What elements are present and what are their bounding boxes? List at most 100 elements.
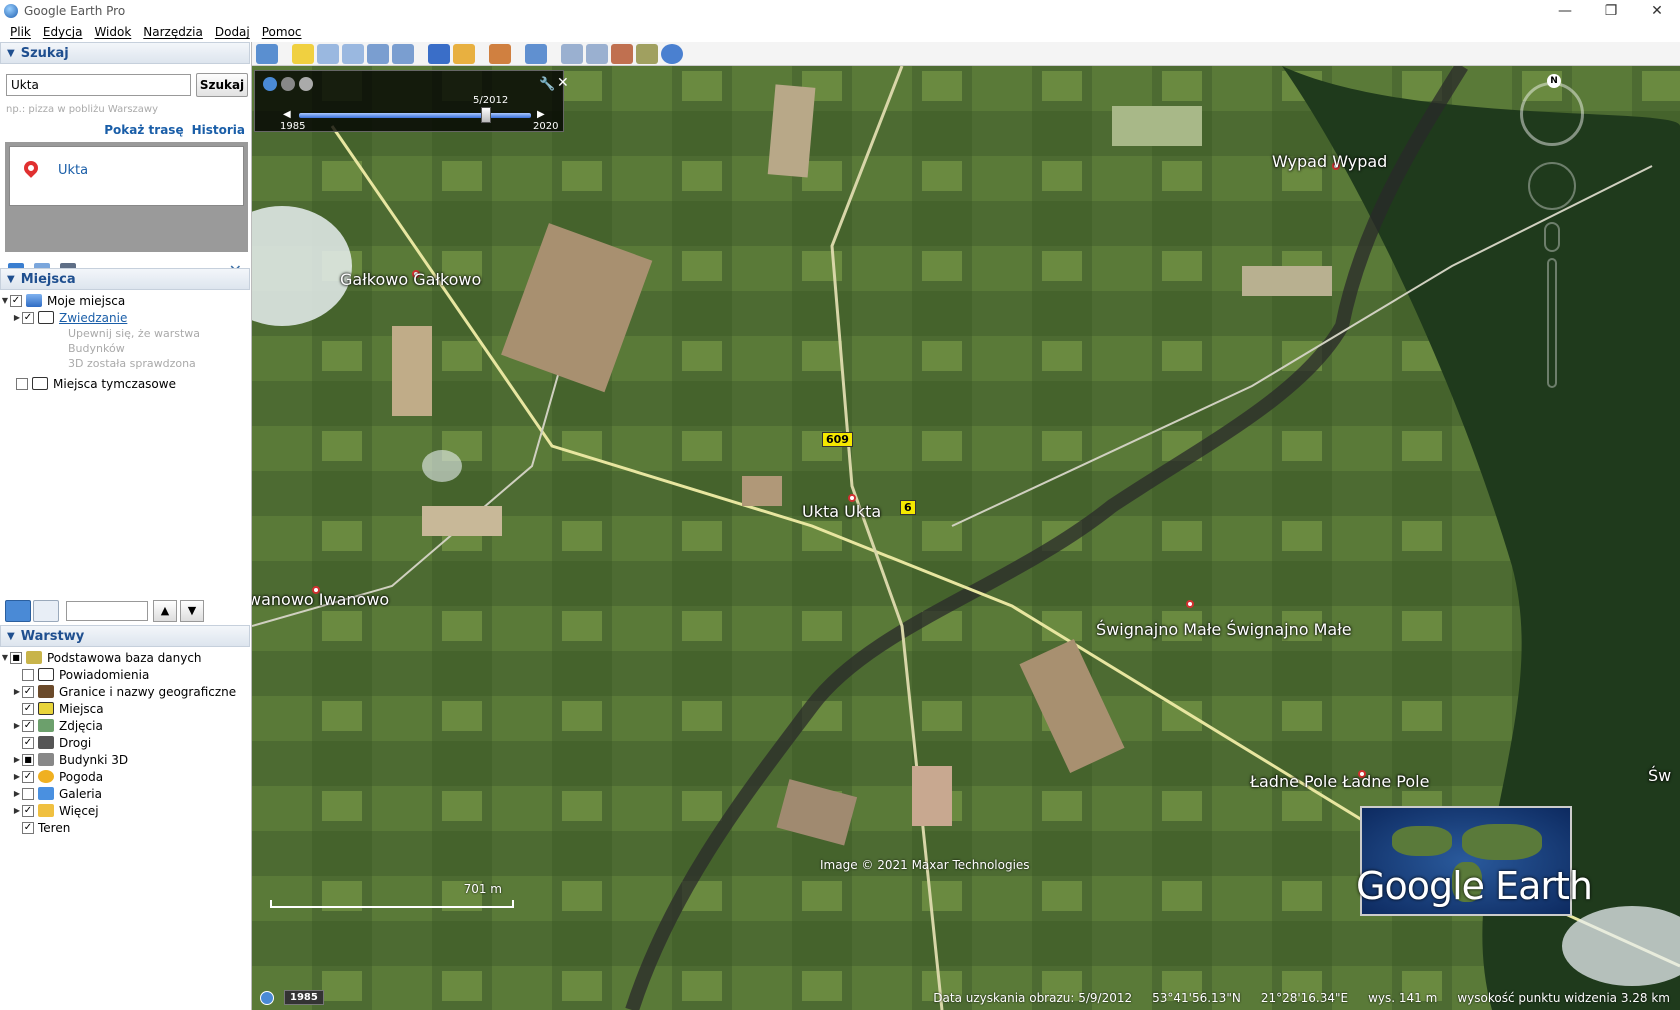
time-track[interactable] [299, 113, 531, 118]
collapse-triangle-icon[interactable]: ▼ [7, 274, 15, 285]
expand-icon[interactable]: ▶ [12, 721, 22, 730]
step-forward-icon[interactable]: ▶ [537, 109, 545, 120]
record-tour-icon[interactable] [392, 43, 414, 64]
hide-sidebar-icon[interactable] [256, 43, 278, 64]
layer-item[interactable]: ✓ Teren [0, 819, 250, 836]
compass-ring[interactable] [1520, 82, 1584, 146]
checkbox[interactable] [22, 668, 34, 681]
search-input[interactable] [6, 74, 191, 96]
expand-icon[interactable]: ▶ [12, 755, 22, 764]
view-in-maps-icon[interactable] [636, 43, 658, 64]
history-clock-icon[interactable] [260, 991, 274, 1005]
checkbox[interactable]: ■ [22, 753, 34, 766]
tree-item-temporary[interactable]: Miejsca tymczasowe [0, 375, 250, 392]
checkbox[interactable]: ✓ [22, 821, 34, 834]
print-toolbar-icon[interactable] [586, 43, 608, 64]
checkbox[interactable]: ✓ [22, 685, 34, 698]
checkbox[interactable]: ✓ [22, 311, 34, 324]
restore-button[interactable]: ❐ [1588, 0, 1634, 22]
map-label-galkowo[interactable]: Gałkowo Gałkowo [340, 270, 481, 289]
tree-item-sightseeing[interactable]: ▶ ✓ Zwiedzanie [0, 309, 250, 326]
imagery-year-badge[interactable]: 1985 [284, 990, 324, 1005]
place-marker[interactable] [848, 494, 856, 502]
expand-icon[interactable]: ▼ [0, 653, 10, 662]
layer-item[interactable]: Powiadomienia [0, 666, 250, 683]
map-label-ukta[interactable]: Ukta Ukta [802, 502, 881, 521]
zoom-out-time-icon[interactable] [281, 77, 295, 91]
checkbox[interactable] [16, 377, 28, 390]
expand-icon[interactable]: ▶ [12, 687, 22, 696]
look-joystick[interactable] [1528, 162, 1576, 210]
tree-item-label[interactable]: Zwiedzanie [59, 311, 127, 325]
expand-icon[interactable]: ▼ [0, 296, 10, 305]
search-result-label[interactable]: Ukta [58, 163, 88, 178]
layer-item[interactable]: ✓ Miejsca [0, 700, 250, 717]
checkbox[interactable]: ✓ [22, 702, 34, 715]
step-back-icon[interactable]: ◀ [283, 109, 291, 120]
add-image-overlay-icon[interactable] [367, 43, 389, 64]
sidebar-view-button[interactable] [33, 600, 59, 622]
map-label-swignajno[interactable]: Śwignajno Małe Śwignajno Małe [1096, 620, 1352, 639]
clock-icon[interactable] [263, 77, 277, 91]
layer-item[interactable]: ▼ ■ Podstawowa baza danych [0, 649, 250, 666]
menu-file[interactable]: Plik [4, 25, 37, 39]
map-label-sw[interactable]: Św [1648, 766, 1671, 785]
search-layers-button[interactable] [5, 600, 31, 622]
close-window-button[interactable]: ✕ [1634, 0, 1680, 22]
layer-item[interactable]: ▶ Galeria [0, 785, 250, 802]
historical-imagery-icon[interactable] [428, 43, 450, 64]
expand-icon[interactable]: ▶ [12, 313, 22, 322]
add-polygon-icon[interactable] [317, 43, 339, 64]
map-label-iwanowo[interactable]: wanowo Iwanowo [252, 590, 389, 609]
layer-item[interactable]: ▶ ✓ Więcej [0, 802, 250, 819]
earth-community-icon[interactable] [661, 43, 683, 64]
expand-icon[interactable]: ▶ [12, 806, 22, 815]
checkbox[interactable]: ✓ [22, 770, 34, 783]
menu-view[interactable]: Widok [88, 25, 137, 39]
close-slider-icon[interactable]: ✕ [557, 75, 569, 91]
zoom-slider[interactable] [1547, 258, 1557, 388]
switch-planet-icon[interactable] [489, 43, 511, 64]
layer-item[interactable]: ▶ ✓ Pogoda [0, 768, 250, 785]
sunlight-icon[interactable] [453, 43, 475, 64]
layer-item[interactable]: ▶ ✓ Granice i nazwy geograficzne [0, 683, 250, 700]
layer-filter-input[interactable] [66, 601, 148, 621]
checkbox[interactable]: ✓ [22, 736, 34, 749]
email-icon[interactable] [561, 43, 583, 64]
add-placemark-icon[interactable] [292, 43, 314, 64]
map-label-ladne-pole[interactable]: Ładne Pole Ładne Pole [1250, 772, 1429, 791]
wrench-icon[interactable]: 🔧 [539, 77, 555, 92]
checkbox[interactable]: ✓ [22, 719, 34, 732]
collapse-triangle-icon[interactable]: ▼ [7, 48, 15, 59]
minimize-button[interactable]: — [1542, 0, 1588, 22]
move-down-button[interactable]: ▼ [180, 600, 204, 622]
map-label-wypad[interactable]: Wypad Wypad [1272, 152, 1387, 171]
save-image-icon[interactable] [611, 43, 633, 64]
layer-item[interactable]: ✓ Drogi [0, 734, 250, 751]
search-panel-header[interactable]: ▼ Szukaj [0, 42, 250, 64]
show-route-link[interactable]: Pokaż trasę [104, 123, 183, 137]
map-view[interactable]: 5/2012 ◀ ▶ 1985 2020 🔧 ✕ Gałkowo Gałkowo… [252, 66, 1680, 1010]
add-path-icon[interactable] [342, 43, 364, 64]
expand-icon[interactable]: ▶ [12, 772, 22, 781]
search-button[interactable]: Szukaj [196, 73, 248, 97]
search-result-item[interactable]: Ukta [9, 146, 244, 206]
menu-tools[interactable]: Narzędzia [137, 25, 209, 39]
checkbox[interactable] [22, 787, 34, 800]
menu-add[interactable]: Dodaj [209, 25, 256, 39]
place-marker[interactable] [1186, 600, 1194, 608]
checkbox[interactable]: ■ [10, 651, 22, 664]
move-up-button[interactable]: ▲ [153, 600, 177, 622]
layer-item[interactable]: ▶ ✓ Zdjęcia [0, 717, 250, 734]
places-panel-header[interactable]: ▼ Miejsca [0, 268, 250, 290]
time-slider-knob[interactable] [481, 107, 491, 123]
layers-panel-header[interactable]: ▼ Warstwy [0, 625, 250, 647]
north-indicator[interactable]: N [1547, 74, 1561, 88]
collapse-triangle-icon[interactable]: ▼ [7, 631, 15, 642]
street-view-pegman-icon[interactable] [1544, 222, 1560, 252]
history-link[interactable]: Historia [192, 123, 245, 137]
checkbox[interactable]: ✓ [22, 804, 34, 817]
tree-item-my-places[interactable]: ▼ ✓ Moje miejsca [0, 292, 250, 309]
checkbox[interactable]: ✓ [10, 294, 22, 307]
menu-help[interactable]: Pomoc [256, 25, 308, 39]
